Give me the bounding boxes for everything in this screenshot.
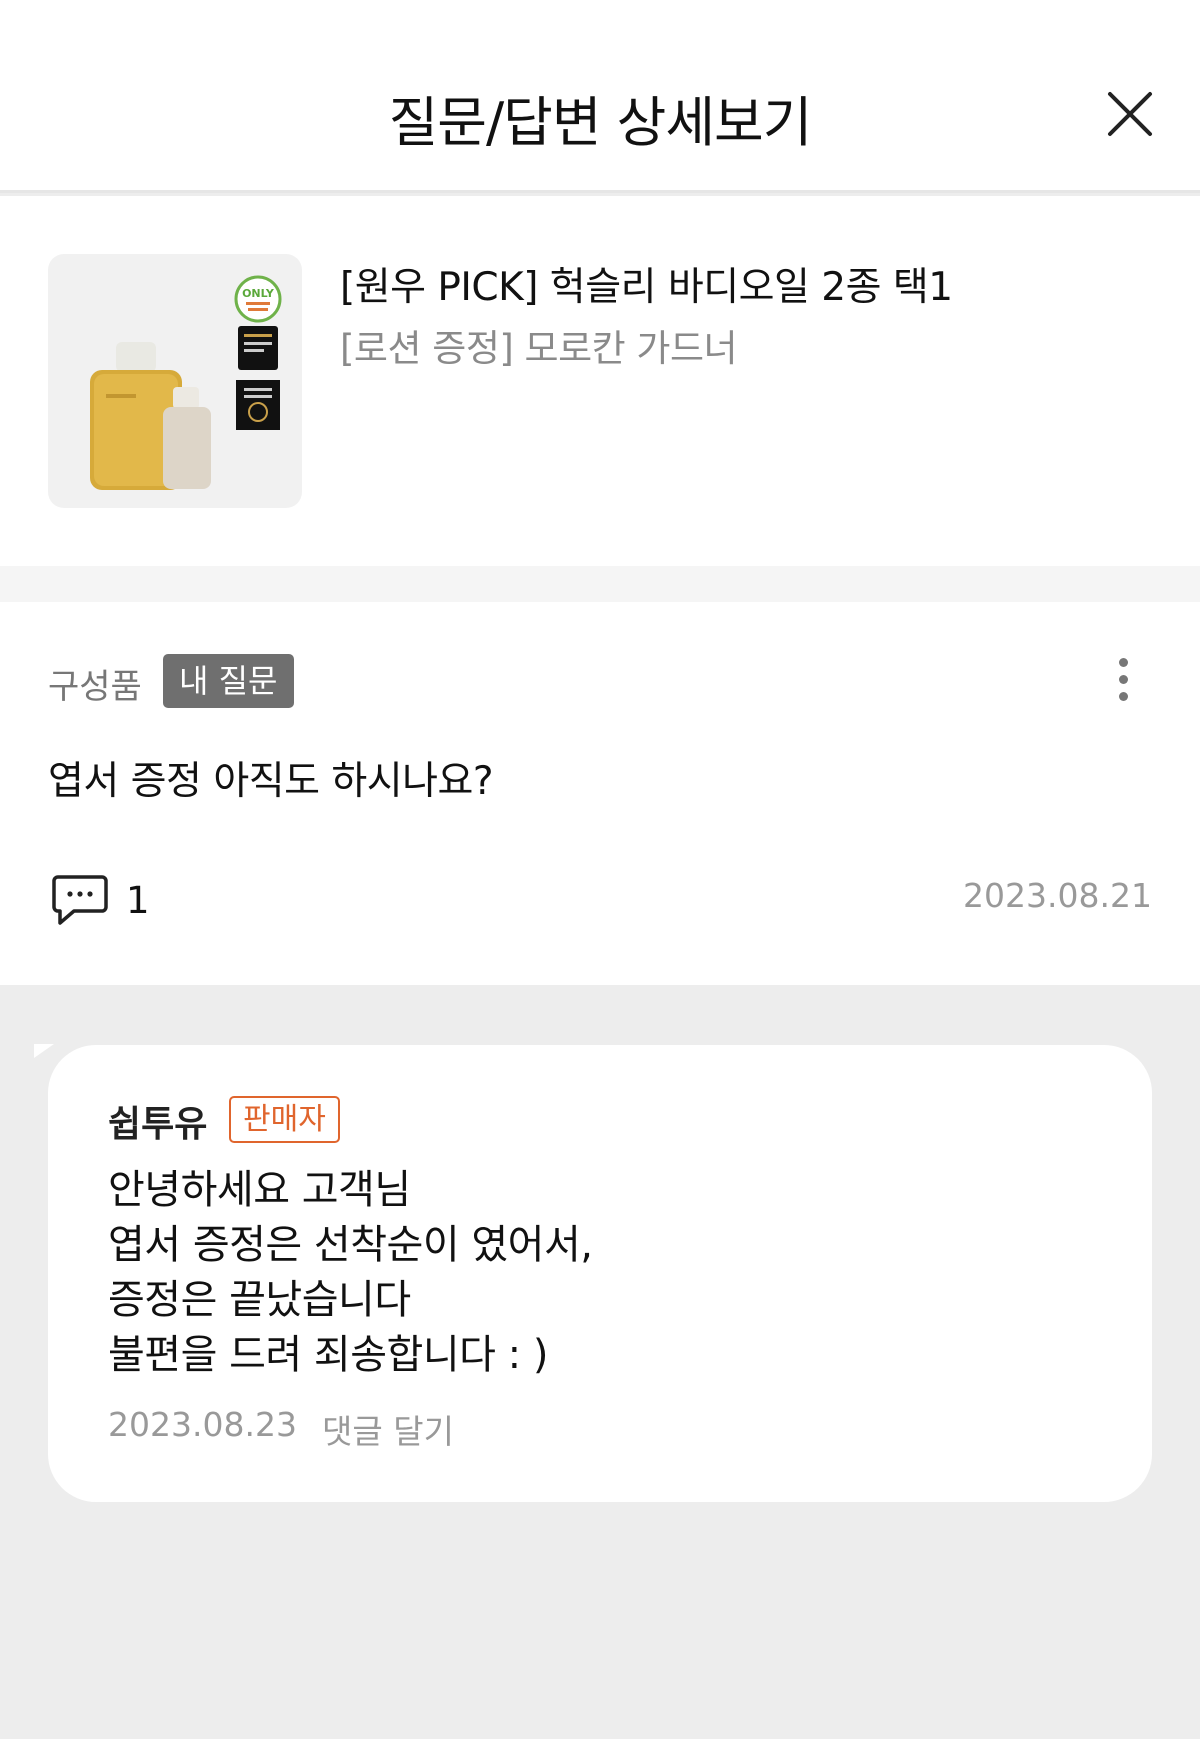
answer-bubble-tail: [34, 1044, 54, 1058]
product-thumbnail[interactable]: ONLY: [48, 254, 302, 508]
reply-link[interactable]: 댓글 달기: [322, 1405, 454, 1453]
answer-text: 안녕하세요 고객님 엽서 증정은 선착순이 였어서, 증정은 끝났습니다 불편을…: [108, 1167, 593, 1378]
svg-text:ONLY: ONLY: [242, 287, 275, 300]
comment-count: 1: [126, 878, 150, 922]
close-icon: [1108, 92, 1152, 136]
question-card: 구성품 내 질문 엽서 증정 아직도 하시나요? 1 2023.08.21: [0, 602, 1200, 985]
comment-icon: [52, 875, 108, 925]
answer-card: 쉽투유 판매자 안녕하세요 고객님 엽서 증정은 선착순이 였어서, 증정은 끝…: [48, 1045, 1152, 1502]
question-category: 구성품: [48, 667, 142, 707]
my-question-badge: 내 질문: [163, 654, 294, 708]
more-vertical-icon-dot: [1118, 692, 1128, 701]
page: 질문/답변 상세보기 ONLY [원우 PICK] 헉슬리 바디오일 2종 택1…: [0, 0, 1200, 1739]
header: 질문/답변 상세보기: [0, 0, 1200, 193]
close-button[interactable]: [1100, 84, 1160, 144]
more-vertical-icon: [1118, 658, 1128, 667]
more-options-button[interactable]: [1108, 654, 1138, 706]
product-name[interactable]: [원우 PICK] 헉슬리 바디오일 2종 택1: [340, 256, 953, 312]
more-vertical-icon-dot: [1118, 675, 1128, 684]
seller-badge: 판매자: [229, 1096, 340, 1143]
product-option: [로션 증정] 모로칸 가드너: [340, 327, 738, 370]
question-date: 2023.08.21: [963, 876, 1152, 915]
section-divider: [0, 566, 1200, 602]
question-text: 엽서 증정 아직도 하시나요?: [48, 759, 494, 804]
product-image: ONLY: [90, 275, 282, 490]
answer-date: 2023.08.23: [108, 1405, 297, 1444]
product-summary[interactable]: ONLY [원우 PICK] 헉슬리 바디오일 2종 택1 [로션 증정] 모로…: [0, 196, 1200, 566]
page-title: 질문/답변 상세보기: [388, 91, 813, 154]
comment-button[interactable]: 1: [52, 870, 150, 930]
answer-author: 쉽투유: [108, 1104, 208, 1145]
